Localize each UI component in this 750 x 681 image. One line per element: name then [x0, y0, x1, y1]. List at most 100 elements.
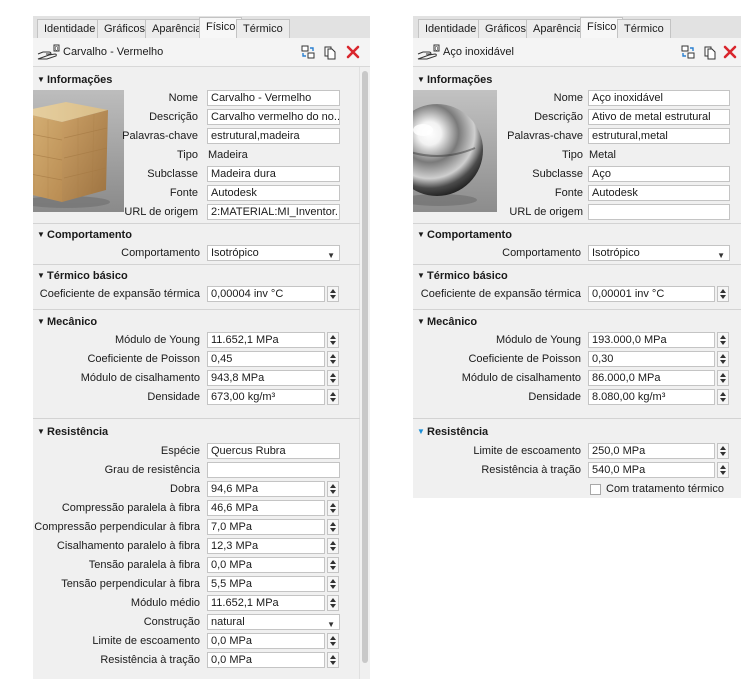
- name-field[interactable]: Carvalho - Vermelho: [207, 90, 340, 106]
- compression-parallel-label: Compressão paralela à fibra: [61, 502, 200, 514]
- section-thermal-title: Térmico básico: [427, 270, 508, 282]
- poisson-field[interactable]: 0,45: [207, 351, 325, 367]
- construction-select[interactable]: natural ▼: [207, 614, 340, 630]
- copy-icon[interactable]: [702, 44, 718, 60]
- tab-thermal[interactable]: Térmico: [617, 19, 671, 38]
- source-url-field[interactable]: 2:MATERIAL:MI_Inventor...: [207, 204, 340, 220]
- swap-material-icon[interactable]: [680, 44, 696, 60]
- properties-body: ▼ Informações Nome Carvalho - Vermelho D…: [33, 67, 360, 679]
- tab-identity[interactable]: Identidade: [418, 19, 484, 38]
- yield-strength-spinner[interactable]: [717, 443, 729, 459]
- row-density: Densidade 8.080,00 kg/m³: [413, 389, 741, 407]
- subclass-field[interactable]: Aço: [588, 166, 730, 182]
- keywords-field[interactable]: estrutural,madeira: [207, 128, 340, 144]
- description-field[interactable]: Carvalho vermelho do no...: [207, 109, 340, 125]
- scrollbar-thumb[interactable]: [362, 71, 368, 663]
- grade-field[interactable]: [207, 462, 340, 478]
- bend-spinner[interactable]: [327, 481, 339, 497]
- young-modulus-field[interactable]: 193.000,0 MPa: [588, 332, 715, 348]
- compression-perpendicular-field[interactable]: 7,0 MPa: [207, 519, 325, 535]
- average-modulus-spinner[interactable]: [327, 595, 339, 611]
- density-field[interactable]: 673,00 kg/m³: [207, 389, 325, 405]
- section-mechanical-header[interactable]: ▼ Mecânico: [417, 315, 477, 329]
- divider: [413, 418, 741, 419]
- source-url-field[interactable]: [588, 204, 730, 220]
- row-type: Tipo Madeira: [33, 147, 360, 165]
- section-behavior-header[interactable]: ▼ Comportamento: [37, 228, 132, 242]
- scrollbar[interactable]: [359, 67, 370, 679]
- tab-graphics[interactable]: Gráficos: [478, 19, 533, 38]
- behavior-select[interactable]: Isotrópico ▼: [588, 245, 730, 261]
- source-field[interactable]: Autodesk: [207, 185, 340, 201]
- thermal-expansion-spinner[interactable]: [717, 286, 729, 302]
- tensile-strength-spinner[interactable]: [717, 462, 729, 478]
- yield-strength-field[interactable]: 0,0 MPa: [207, 633, 325, 649]
- row-compression-parallel: Compressão paralela à fibra 46,6 MPa: [33, 500, 360, 518]
- section-mechanical-header[interactable]: ▼ Mecânico: [37, 315, 97, 329]
- species-field[interactable]: Quercus Rubra: [207, 443, 340, 459]
- young-modulus-spinner[interactable]: [327, 332, 339, 348]
- section-info-header[interactable]: ▼ Informações: [37, 73, 112, 87]
- poisson-field[interactable]: 0,30: [588, 351, 715, 367]
- yield-strength-field[interactable]: 250,0 MPa: [588, 443, 715, 459]
- tab-graphics[interactable]: Gráficos: [97, 19, 152, 38]
- young-modulus-field[interactable]: 11.652,1 MPa: [207, 332, 325, 348]
- behavior-select[interactable]: Isotrópico ▼: [207, 245, 340, 261]
- poisson-spinner[interactable]: [717, 351, 729, 367]
- type-value: Madeira: [208, 149, 248, 161]
- tension-parallel-field[interactable]: 0,0 MPa: [207, 557, 325, 573]
- yield-strength-spinner[interactable]: [327, 633, 339, 649]
- compression-parallel-spinner[interactable]: [327, 500, 339, 516]
- density-field[interactable]: 8.080,00 kg/m³: [588, 389, 715, 405]
- shear-parallel-spinner[interactable]: [327, 538, 339, 554]
- delete-icon[interactable]: [345, 44, 361, 60]
- delete-icon[interactable]: [722, 44, 738, 60]
- tension-perpendicular-field[interactable]: 5,5 MPa: [207, 576, 325, 592]
- poisson-spinner[interactable]: [327, 351, 339, 367]
- svg-text:0: 0: [55, 46, 59, 53]
- section-strength-header[interactable]: ▼ Resistência: [37, 425, 108, 439]
- tension-parallel-spinner[interactable]: [327, 557, 339, 573]
- section-strength-header[interactable]: ▼ Resistência: [417, 425, 488, 439]
- description-label: Descrição: [149, 111, 198, 123]
- thermal-expansion-field[interactable]: 0,00001 inv °C: [588, 286, 715, 302]
- svg-text:0: 0: [435, 46, 439, 53]
- keywords-field[interactable]: estrutural,metal: [588, 128, 730, 144]
- name-field[interactable]: Aço inoxidável: [588, 90, 730, 106]
- shear-modulus-field[interactable]: 86.000,0 MPa: [588, 370, 715, 386]
- shear-modulus-spinner[interactable]: [717, 370, 729, 386]
- thermal-expansion-field[interactable]: 0,00004 inv °C: [207, 286, 325, 302]
- compression-parallel-field[interactable]: 46,6 MPa: [207, 500, 325, 516]
- name-label: Nome: [168, 92, 198, 104]
- heat-treated-checkbox[interactable]: [590, 484, 601, 495]
- density-spinner[interactable]: [717, 389, 729, 405]
- swap-material-icon[interactable]: [300, 44, 316, 60]
- bend-field[interactable]: 94,6 MPa: [207, 481, 325, 497]
- divider: [413, 264, 741, 265]
- tensile-strength-spinner[interactable]: [327, 652, 339, 668]
- tab-thermal[interactable]: Térmico: [236, 19, 290, 38]
- heat-treated-label: Com tratamento térmico: [606, 483, 724, 495]
- tensile-strength-field[interactable]: 540,0 MPa: [588, 462, 715, 478]
- average-modulus-field[interactable]: 11.652,1 MPa: [207, 595, 325, 611]
- section-thermal-header[interactable]: ▼ Térmico básico: [417, 269, 508, 283]
- section-thermal-header[interactable]: ▼ Térmico básico: [37, 269, 128, 283]
- thermal-expansion-spinner[interactable]: [327, 286, 339, 302]
- tab-identity[interactable]: Identidade: [37, 19, 103, 38]
- compression-perpendicular-spinner[interactable]: [327, 519, 339, 535]
- tension-parallel-label: Tensão paralela à fibra: [88, 559, 200, 571]
- shear-modulus-spinner[interactable]: [327, 370, 339, 386]
- source-field[interactable]: Autodesk: [588, 185, 730, 201]
- subclass-field[interactable]: Madeira dura: [207, 166, 340, 182]
- tension-perpendicular-spinner[interactable]: [327, 576, 339, 592]
- shear-modulus-field[interactable]: 943,8 MPa: [207, 370, 325, 386]
- young-modulus-spinner[interactable]: [717, 332, 729, 348]
- copy-icon[interactable]: [322, 44, 338, 60]
- shear-parallel-field[interactable]: 12,3 MPa: [207, 538, 325, 554]
- tensile-strength-field[interactable]: 0,0 MPa: [207, 652, 325, 668]
- density-spinner[interactable]: [327, 389, 339, 405]
- section-behavior-header[interactable]: ▼ Comportamento: [417, 228, 512, 242]
- description-field[interactable]: Ativo de metal estrutural: [588, 109, 730, 125]
- average-modulus-label: Módulo médio: [130, 597, 200, 609]
- section-info-header[interactable]: ▼ Informações: [417, 73, 492, 87]
